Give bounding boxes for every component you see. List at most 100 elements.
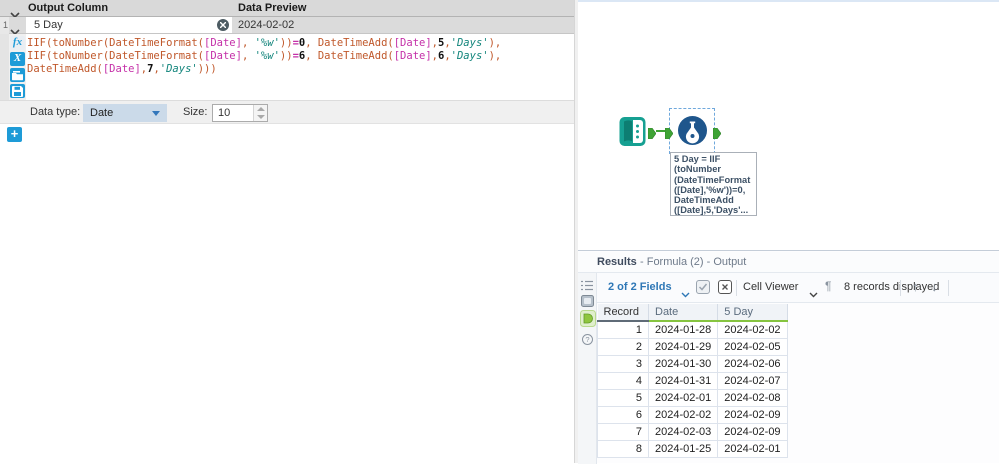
table-row[interactable]: 52024-02-012024-02-08: [598, 389, 788, 406]
table-row[interactable]: 32024-01-302024-02-06: [598, 355, 788, 372]
results-view-strip: ?: [578, 273, 597, 464]
functions-icon[interactable]: fx: [10, 36, 25, 50]
spin-down-icon[interactable]: [257, 115, 265, 119]
size-label: Size:: [183, 106, 207, 118]
data-cell[interactable]: 2024-02-05: [718, 338, 788, 355]
data-cell[interactable]: 2024-02-06: [718, 355, 788, 372]
record-number-cell[interactable]: 5: [598, 389, 649, 406]
data-cell[interactable]: 2024-01-30: [649, 355, 718, 372]
results-data-grid: RecordDate5 Day 12024-01-282024-02-02220…: [597, 304, 788, 458]
data-cell[interactable]: 2024-02-02: [718, 321, 788, 338]
size-stepper[interactable]: [253, 105, 267, 121]
expression-row: 1 5 Day 2024-02-02: [0, 17, 574, 34]
annotation-line: ([Date],'%w'))=0,: [674, 185, 753, 195]
input-data-tool-icon[interactable]: [619, 116, 647, 147]
table-row[interactable]: 22024-01-292024-02-05: [598, 338, 788, 355]
expression-editor: fx X IIF(toNumber(DateTimeFormat([Date],…: [0, 34, 574, 100]
clear-name-icon[interactable]: [217, 19, 229, 31]
scroll-up-icon[interactable]: ↑: [912, 279, 919, 294]
data-cell[interactable]: 2024-01-25: [649, 440, 718, 457]
data-cell[interactable]: 2024-02-08: [718, 389, 788, 406]
variables-icon[interactable]: X: [10, 52, 25, 66]
tool-annotation[interactable]: 5 Day = IIF(toNumber(DateTimeFormat([Dat…: [670, 152, 757, 216]
table-row[interactable]: 82024-01-252024-02-01: [598, 440, 788, 457]
data-cell[interactable]: 2024-02-09: [718, 406, 788, 423]
formula-config-panel: Output Column Data Preview 1 5 Day 2024-…: [0, 0, 574, 463]
column-header-5-day[interactable]: 5 Day: [718, 304, 788, 321]
editor-gutter: [0, 34, 9, 100]
output-column-header: Output Column: [28, 2, 108, 14]
size-input[interactable]: 10: [212, 104, 268, 122]
toolbar-separator: [736, 280, 737, 296]
record-number-cell[interactable]: 3: [598, 355, 649, 372]
save-expression-icon[interactable]: [10, 84, 25, 98]
record-number-cell[interactable]: 2: [598, 338, 649, 355]
table-row[interactable]: 72024-02-032024-02-09: [598, 423, 788, 440]
data-cell[interactable]: 2024-01-29: [649, 338, 718, 355]
annotation-line: 5 Day = IIF: [674, 154, 753, 164]
table-row[interactable]: 62024-02-022024-02-09: [598, 406, 788, 423]
table-row[interactable]: 12024-01-282024-02-02: [598, 321, 788, 338]
spin-up-icon[interactable]: [257, 107, 265, 111]
annotation-line: ([Date],5,'Days'...: [674, 205, 753, 215]
output-column-input[interactable]: 5 Day: [26, 17, 232, 33]
data-preview-value: 2024-02-02: [232, 17, 574, 33]
formula-code-line: IIF(toNumber(DateTimeFormat([Date], '%w'…: [27, 50, 567, 63]
record-number-cell[interactable]: 8: [598, 440, 649, 457]
results-title: Results: [597, 256, 637, 268]
annotation-line: (DateTimeFormat: [674, 175, 753, 185]
data-cell[interactable]: 2024-02-07: [718, 372, 788, 389]
data-cell[interactable]: 2024-02-02: [649, 406, 718, 423]
show-whitespace-icon[interactable]: ¶: [825, 279, 831, 293]
data-cell[interactable]: 2024-02-09: [718, 423, 788, 440]
output-anchor-icon[interactable]: [648, 126, 656, 144]
record-number-cell[interactable]: 4: [598, 372, 649, 389]
add-expression-button[interactable]: +: [7, 127, 22, 142]
saved-expressions-icon[interactable]: [10, 68, 25, 82]
datatype-label: Data type:: [30, 106, 80, 118]
data-cell[interactable]: 2024-02-03: [649, 423, 718, 440]
scroll-down-icon[interactable]: ↓: [931, 279, 938, 294]
annotation-line: DateTimeAdd: [674, 195, 753, 205]
data-cell[interactable]: 2024-01-28: [649, 321, 718, 338]
chevron-down-icon[interactable]: [681, 285, 690, 303]
column-header-date[interactable]: Date: [649, 304, 718, 321]
editor-icon-column: fx X: [9, 34, 26, 100]
data-cell[interactable]: 2024-02-01: [649, 389, 718, 406]
input-anchor-icon[interactable]: [665, 126, 673, 144]
record-number-cell[interactable]: 6: [598, 406, 649, 423]
fields-dropdown[interactable]: 2 of 2 Fields: [608, 281, 672, 293]
formula-code-line: DateTimeAdd([Date],7,'Days'))): [27, 63, 567, 76]
select-fields-icon[interactable]: [696, 280, 710, 299]
datatype-select[interactable]: Date: [83, 104, 167, 122]
toolbar-separator: [948, 280, 949, 296]
output-anchor-view-icon[interactable]: [580, 310, 596, 332]
output-anchor-icon[interactable]: [713, 126, 721, 144]
results-toolbar: 2 of 2 Fields Cell Viewer ¶ 8 records di…: [597, 273, 999, 303]
formula-tool-icon[interactable]: [677, 115, 708, 146]
formula-code-line: IIF(toNumber(DateTimeFormat([Date], '%w'…: [27, 37, 567, 50]
cell-viewer-dropdown[interactable]: Cell Viewer: [743, 281, 798, 293]
canvas-top-border: [578, 0, 999, 2]
record-number-cell[interactable]: 7: [598, 423, 649, 440]
chevron-down-icon[interactable]: [809, 285, 818, 303]
data-preview-header: Data Preview: [238, 2, 306, 14]
config-grid-header: Output Column Data Preview: [0, 0, 574, 17]
data-cell[interactable]: 2024-02-01: [718, 440, 788, 457]
formula-code-input[interactable]: IIF(toNumber(DateTimeFormat([Date], '%w'…: [27, 37, 567, 76]
workflow-canvas[interactable]: 5 Day = IIF(toNumber(DateTimeFormat([Dat…: [578, 0, 999, 250]
results-panel: Results - Formula (2) - Output ? 2 of 2 …: [578, 250, 999, 463]
help-icon[interactable]: ?: [582, 332, 593, 350]
results-title-bar: Results - Formula (2) - Output: [578, 252, 999, 273]
record-number-cell[interactable]: 1: [598, 321, 649, 338]
deselect-fields-icon[interactable]: [718, 280, 732, 299]
row-number: 1: [0, 17, 9, 34]
table-row[interactable]: 42024-01-312024-02-07: [598, 372, 788, 389]
column-header-record[interactable]: Record: [598, 304, 649, 321]
records-displayed-label: 8 records displayed: [844, 281, 939, 293]
toolbar-separator: [900, 280, 901, 296]
annotation-line: (toNumber: [674, 164, 753, 174]
chevron-down-icon: [152, 111, 160, 116]
datatype-row: Data type: Date Size: 10: [0, 100, 574, 124]
data-cell[interactable]: 2024-01-31: [649, 372, 718, 389]
